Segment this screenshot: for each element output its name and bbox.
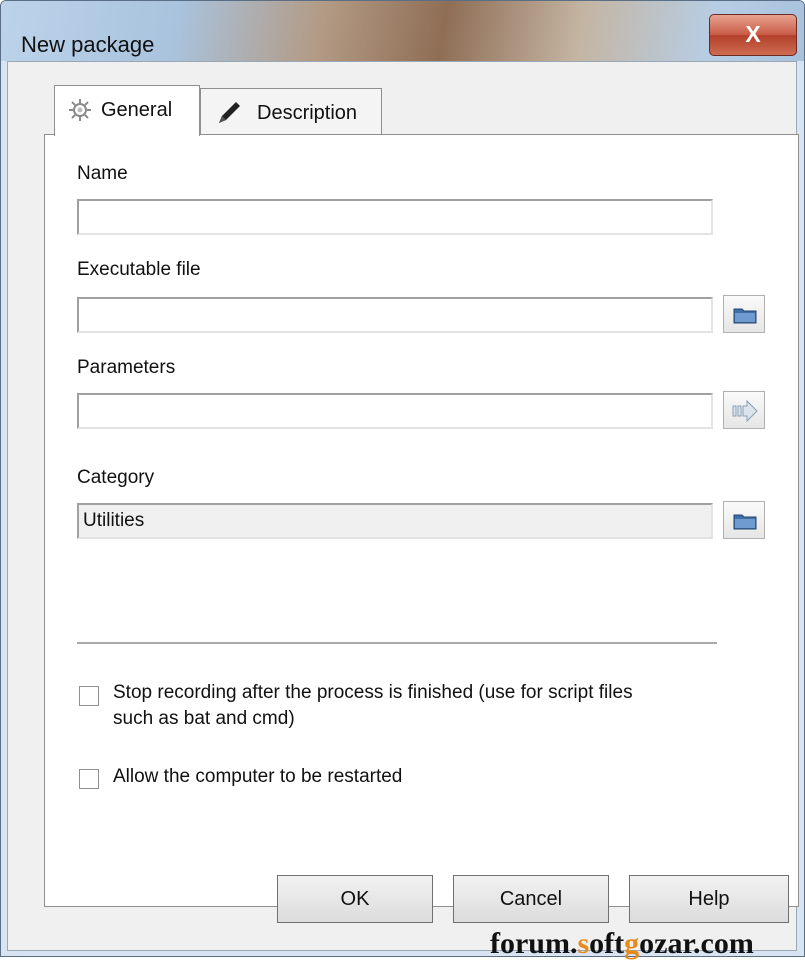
separator: [77, 642, 717, 645]
stop-recording-label: Stop recording after the process is fini…: [113, 682, 633, 729]
parameters-label: Parameters: [77, 357, 176, 378]
watermark: forum.softgozar.com: [490, 927, 754, 960]
browse-executable-button[interactable]: [723, 295, 765, 333]
folder-icon: [733, 306, 757, 329]
new-package-dialog: New package X General Description Name E…: [0, 0, 805, 957]
tab-general-label: General: [101, 99, 173, 121]
stop-recording-checkbox[interactable]: [79, 686, 99, 706]
name-label: Name: [77, 163, 128, 184]
help-button[interactable]: Help: [629, 875, 789, 923]
cancel-button[interactable]: Cancel: [453, 875, 609, 923]
parameters-button[interactable]: [723, 391, 765, 429]
name-input[interactable]: [77, 199, 713, 235]
category-label: Category: [77, 467, 155, 488]
dialog-body: General Description Name Executable file: [7, 61, 799, 951]
allow-restart-checkbox[interactable]: [79, 769, 99, 789]
tab-general[interactable]: General: [54, 85, 200, 136]
tab-description-label: Description: [257, 102, 358, 124]
ok-button[interactable]: OK: [277, 875, 433, 923]
tab-description[interactable]: Description: [200, 88, 382, 135]
close-button[interactable]: X: [709, 14, 797, 56]
allow-restart-label: Allow the computer to be restarted: [113, 766, 403, 787]
category-field[interactable]: Utilities: [77, 503, 713, 539]
browse-category-button[interactable]: [723, 501, 765, 539]
folder-icon: [733, 512, 757, 535]
gear-icon: [67, 97, 93, 129]
executable-input[interactable]: [77, 297, 713, 333]
parameters-input[interactable]: [77, 393, 713, 429]
title-bar[interactable]: New package X: [1, 1, 804, 61]
window-title: New package: [21, 32, 155, 57]
pencil-icon: [215, 99, 243, 133]
arrow-right-icon: [731, 399, 759, 428]
executable-label: Executable file: [77, 259, 201, 280]
general-panel: Name Executable file Parameters Category…: [44, 134, 799, 907]
